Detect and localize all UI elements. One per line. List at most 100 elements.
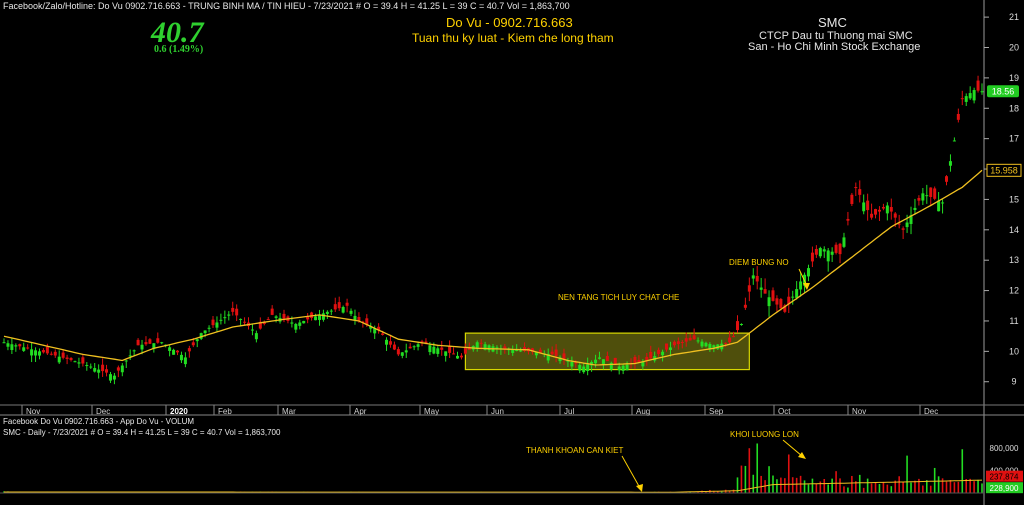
candle-body (203, 330, 207, 334)
candle-body (956, 113, 960, 120)
candle-body (136, 339, 140, 346)
candle-body (881, 207, 885, 209)
candle-body (684, 338, 688, 342)
candle-body (10, 344, 14, 350)
candle-body (176, 350, 180, 353)
volume-tick-label: 800,000 (990, 444, 1019, 453)
x-tick-label: Jul (564, 407, 574, 416)
candle-body (708, 344, 712, 349)
candle-body (582, 366, 586, 373)
candle-body (767, 297, 771, 307)
candle-body (108, 374, 112, 381)
candle-body (842, 237, 846, 247)
candle-body (392, 344, 396, 350)
candle-body (913, 207, 917, 211)
big-volume-annotation: KHOI LUONG LON (730, 430, 799, 439)
x-tick-label: Oct (778, 407, 791, 416)
candle-body (941, 202, 945, 204)
candle-body (901, 228, 905, 230)
y-tick-label: 14 (1009, 225, 1019, 235)
dry-volume-arrow (621, 455, 641, 489)
candle-body (172, 349, 176, 355)
candle-body (846, 218, 850, 221)
candle-body (45, 346, 49, 354)
candle-body (755, 275, 759, 282)
candle-body (215, 322, 219, 328)
candle-body (302, 320, 306, 324)
candle-body (168, 347, 172, 351)
candle-body (862, 202, 866, 212)
candle-body (448, 346, 452, 353)
candle-body (743, 304, 747, 308)
candle-body (385, 339, 389, 345)
candle-body (519, 350, 523, 352)
candle-body (980, 91, 984, 93)
candle-body (968, 93, 972, 99)
volume-value-label: 228,900 (990, 484, 1019, 493)
x-tick-label: Dec (96, 407, 110, 416)
candle-body (625, 364, 629, 371)
candle-body (183, 357, 187, 365)
x-tick-label: Sep (709, 407, 724, 416)
candle-body (14, 345, 18, 347)
candle-body (61, 352, 65, 358)
candle-body (960, 98, 964, 100)
author-line: Do Vu - 0902.716.663 (446, 15, 573, 30)
candle-body (187, 348, 191, 352)
candle-body (925, 195, 929, 197)
candle-body (81, 357, 85, 364)
candle-body (712, 345, 716, 348)
candle-body (586, 364, 590, 372)
candle-body (412, 346, 416, 348)
ma-price-label: 15.958 (990, 165, 1018, 175)
y-tick-label: 11 (1009, 316, 1018, 326)
candle-body (231, 307, 235, 312)
candle-body (452, 353, 456, 355)
candle-body (294, 324, 298, 330)
candle-body (381, 333, 385, 335)
candle-body (672, 341, 676, 346)
candle-body (668, 347, 672, 350)
header-info-line: Facebook/Zalo/Hotline: Do Vu 0902.716.66… (3, 1, 570, 11)
candle-body (799, 281, 803, 290)
y-tick-label: 12 (1009, 286, 1019, 296)
candle-body (633, 356, 637, 364)
candle-body (732, 336, 736, 338)
candle-body (112, 375, 116, 380)
candle-body (933, 188, 937, 199)
candle-body (929, 187, 933, 197)
candle-body (85, 365, 89, 367)
candle-body (321, 313, 325, 320)
candle-body (905, 222, 909, 228)
candle-body (97, 369, 101, 373)
candle-body (105, 369, 109, 373)
big-volume-arrow (782, 439, 803, 457)
candle-body (826, 250, 830, 262)
candle-body (77, 362, 81, 364)
candle-body (191, 342, 195, 346)
candle-body (65, 357, 69, 359)
candle-body (661, 351, 665, 356)
candle-body (889, 207, 893, 212)
y-tick-label: 10 (1009, 346, 1019, 356)
candle-body (554, 349, 558, 356)
candle-body (822, 249, 826, 252)
candle-body (124, 360, 128, 362)
candle-body (696, 340, 700, 342)
candle-body (550, 351, 554, 355)
candle-body (834, 244, 838, 253)
candle-body (53, 351, 57, 356)
candle-body (657, 349, 661, 354)
candle-body (806, 268, 810, 277)
candle-body (89, 366, 93, 368)
chart-stage: 9101112131415161718192021NovDec2020FebMa… (0, 0, 1024, 505)
candle-body (885, 205, 889, 214)
x-tick-label: Aug (636, 407, 650, 416)
x-tick-label: Dec (924, 407, 938, 416)
candle-body (601, 359, 605, 365)
candle-body (120, 365, 124, 373)
candle-body (341, 306, 345, 313)
candle-body (239, 318, 243, 320)
y-tick-label: 17 (1009, 134, 1019, 144)
candle-body (893, 213, 897, 218)
